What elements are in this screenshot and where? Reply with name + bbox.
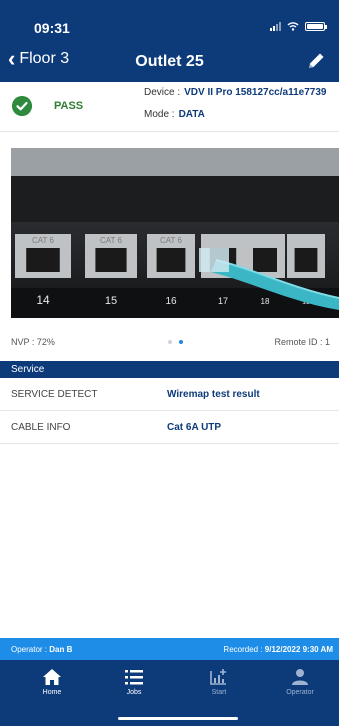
- tab-start[interactable]: Start: [184, 668, 254, 696]
- tab-jobs-label: Jobs: [126, 689, 142, 696]
- port-opening: [156, 248, 186, 272]
- port-tag: CAT 6: [32, 236, 54, 245]
- status-time: 09:31: [34, 20, 70, 36]
- device-row: Device : VDV II Pro 158127cc/a11e7739: [144, 87, 326, 98]
- pass-status: PASS: [54, 100, 84, 112]
- status-icons: [270, 22, 327, 31]
- recorded-info: Recorded : 9/12/2022 9:30 AM: [223, 645, 333, 654]
- navigation-bar: 09:31 ‹ Floor 3 Outlet 25: [0, 0, 339, 82]
- cable-info-key: CABLE INFO: [11, 422, 71, 433]
- cable-info-value: Cat 6A UTP: [167, 422, 222, 433]
- mode-label: Mode :: [144, 109, 175, 120]
- battery-icon: [305, 22, 327, 31]
- home-indicator: [118, 717, 238, 720]
- port-tag: CAT 6: [100, 236, 122, 245]
- person-icon: [292, 669, 308, 685]
- tab-start-label: Start: [211, 689, 227, 696]
- nvp-value: NVP : 72%: [11, 337, 55, 347]
- device-value: VDV II Pro 158127cc/a11e7739: [184, 87, 327, 98]
- tab-operator[interactable]: Operator: [265, 668, 335, 696]
- port-opening: [294, 248, 318, 272]
- record-info-bar: Operator : Dan B Recorded : 9/12/2022 9:…: [0, 638, 339, 660]
- chart-add-icon: [210, 669, 226, 685]
- operator-value: Dan B: [49, 645, 73, 654]
- outlet-photo[interactable]: CAT 614CAT 615CAT 616171819: [11, 148, 339, 318]
- tab-home-label: Home: [42, 689, 62, 696]
- remote-id: Remote ID : 1: [274, 337, 330, 347]
- mode-value: DATA: [178, 109, 205, 120]
- port-number: 18: [261, 297, 270, 306]
- port-number: 14: [36, 293, 50, 307]
- port-number: 15: [105, 295, 117, 307]
- info-row: NVP : 72% Remote ID : 1: [0, 334, 339, 352]
- edit-pencil-icon[interactable]: [305, 50, 327, 72]
- port-opening: [253, 248, 277, 272]
- device-label: Device :: [144, 87, 181, 98]
- tab-jobs[interactable]: Jobs: [99, 668, 169, 696]
- wifi-icon: [287, 22, 299, 31]
- mode-row: Mode : DATA: [144, 109, 205, 120]
- port-number: 16: [165, 296, 177, 307]
- operator-info: Operator : Dan B: [11, 645, 72, 654]
- recorded-value: 9/12/2022 9:30 AM: [264, 645, 333, 654]
- service-detect-key: SERVICE DETECT: [11, 389, 98, 400]
- page-dot-1[interactable]: [168, 340, 172, 344]
- service-section-header: Service: [0, 361, 339, 378]
- signal-icon: [270, 22, 281, 31]
- operator-label: Operator :: [11, 645, 48, 654]
- patch-panel-image: CAT 614CAT 615CAT 616171819: [11, 148, 339, 318]
- page-title: Outlet 25: [135, 53, 204, 70]
- check-circle-icon: [12, 96, 32, 116]
- port-tag: CAT 6: [160, 236, 182, 245]
- home-icon: [43, 669, 61, 685]
- test-result-row: PASS Device : VDV II Pro 158127cc/a11e773…: [0, 82, 339, 132]
- port-opening: [95, 248, 127, 272]
- service-detect-value: Wiremap test result: [167, 389, 260, 400]
- page-indicator[interactable]: [168, 340, 183, 344]
- page-dot-2[interactable]: [179, 340, 183, 344]
- port-opening: [26, 248, 60, 272]
- recorded-label: Recorded :: [223, 645, 263, 654]
- port-number: 17: [218, 296, 228, 306]
- tab-home[interactable]: Home: [17, 668, 87, 696]
- cable-info-row: CABLE INFO Cat 6A UTP: [0, 411, 339, 444]
- list-icon: [125, 670, 143, 685]
- tab-operator-label: Operator: [286, 689, 314, 696]
- service-detect-row: SERVICE DETECT Wiremap test result: [0, 378, 339, 411]
